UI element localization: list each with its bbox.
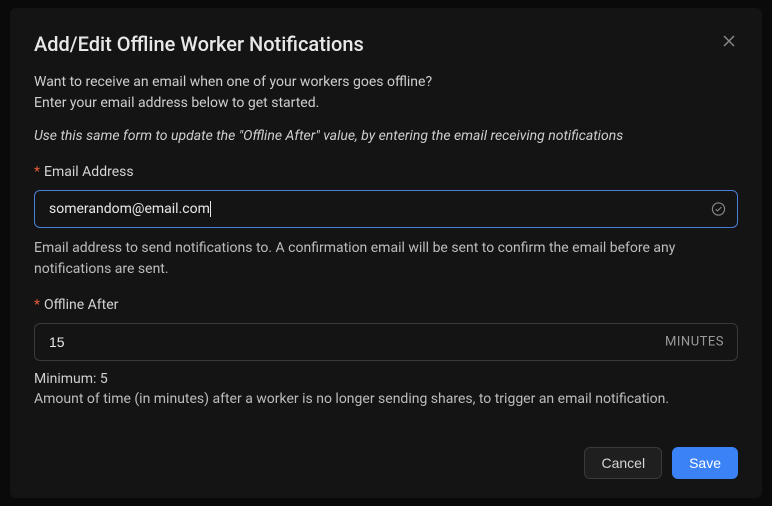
email-field[interactable]: somerandom@email.com <box>34 190 738 228</box>
minimum-label: Minimum: 5 <box>34 371 738 387</box>
required-star-icon: * <box>34 164 40 180</box>
modal-description: Want to receive an email when one of you… <box>34 72 738 114</box>
offline-after-help-text: Amount of time (in minutes) after a work… <box>34 389 738 409</box>
description-line-1: Want to receive an email when one of you… <box>34 72 738 93</box>
offline-after-unit: MINUTES <box>665 334 724 349</box>
close-button[interactable] <box>720 32 738 52</box>
offline-after-input-wrap: MINUTES <box>34 323 738 361</box>
check-circle-icon <box>711 202 726 217</box>
email-value: somerandom@email.com <box>49 201 210 217</box>
required-star-icon: * <box>34 297 40 313</box>
close-icon <box>722 35 736 51</box>
email-help-text: Email address to send notifications to. … <box>34 238 738 279</box>
modal-footer: Cancel Save <box>34 427 738 479</box>
modal-header: Add/Edit Offline Worker Notifications <box>34 32 738 56</box>
email-label: *Email Address <box>34 164 738 180</box>
offline-after-label: *Offline After <box>34 297 738 313</box>
modal-title: Add/Edit Offline Worker Notifications <box>34 32 364 56</box>
text-caret <box>210 201 211 217</box>
description-line-2: Enter your email address below to get st… <box>34 93 738 114</box>
email-label-text: Email Address <box>44 164 134 180</box>
offline-notifications-modal: Add/Edit Offline Worker Notifications Wa… <box>10 8 762 498</box>
offline-after-form-group: *Offline After MINUTES Minimum: 5 Amount… <box>34 297 738 409</box>
offline-after-label-text: Offline After <box>44 297 118 313</box>
cancel-button[interactable]: Cancel <box>584 447 662 479</box>
email-form-group: *Email Address somerandom@email.com Emai… <box>34 164 738 279</box>
description-italic: Use this same form to update the "Offlin… <box>34 128 738 144</box>
email-input-wrap: somerandom@email.com <box>34 190 738 228</box>
save-button[interactable]: Save <box>672 447 738 479</box>
offline-after-field[interactable] <box>34 323 738 361</box>
